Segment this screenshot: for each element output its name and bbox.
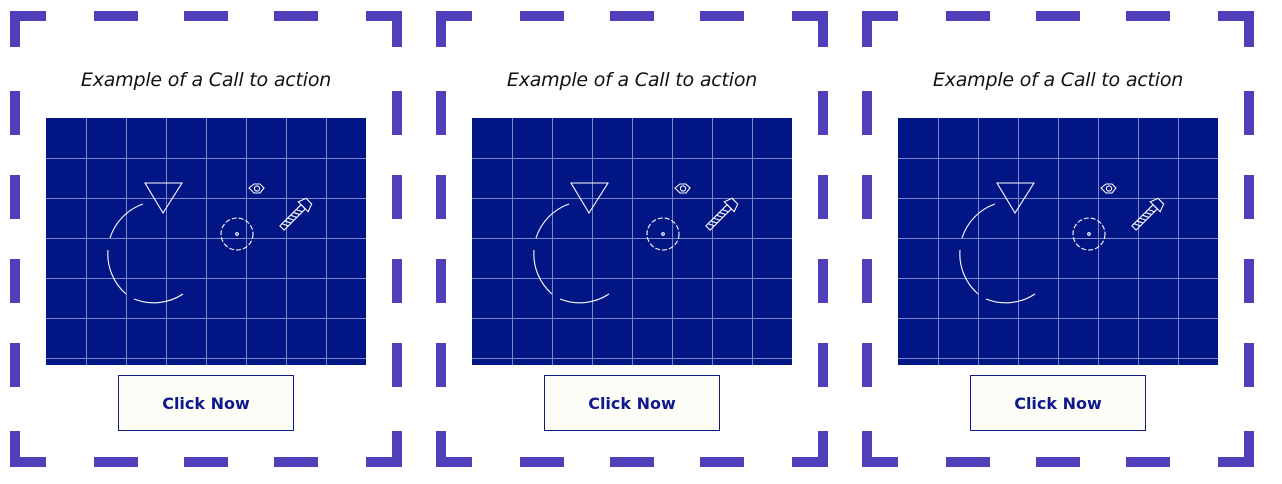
cta-card: Example of a Call to action Click Now — [10, 11, 402, 467]
card-title: Example of a Call to action — [506, 69, 758, 91]
blueprint-drawing-icon — [46, 118, 366, 365]
cta-card: Example of a Call to action Click Now — [436, 11, 828, 467]
card-title: Example of a Call to action — [80, 69, 332, 91]
blueprint-drawing-icon — [898, 118, 1218, 365]
blueprint-drawing-icon — [472, 118, 792, 365]
click-now-button[interactable]: Click Now — [970, 375, 1146, 431]
cta-card: Example of a Call to action Click Now — [862, 11, 1254, 467]
click-now-button[interactable]: Click Now — [544, 375, 720, 431]
click-now-button[interactable]: Click Now — [118, 375, 294, 431]
card-title: Example of a Call to action — [932, 69, 1184, 91]
cta-card-row: Example of a Call to action Click Now Ex… — [0, 0, 1282, 484]
